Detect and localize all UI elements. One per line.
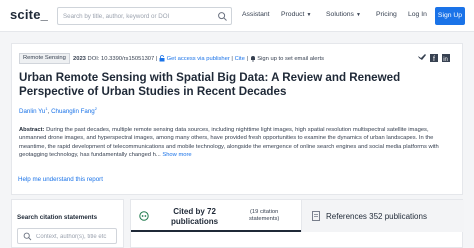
unlock-icon <box>159 55 165 62</box>
paper-card: Remote Sensing 2023 DOI: 10.3390/rs15051… <box>11 43 463 195</box>
separator: | <box>246 56 249 63</box>
cite-link[interactable]: Cite <box>235 56 245 62</box>
statements-line1: (19 citation <box>249 209 279 215</box>
scite-logo[interactable]: scite_ <box>10 7 48 22</box>
paper-meta: 2023 DOI: 10.3390/rs15051307 | Get acces… <box>73 55 324 62</box>
author-link[interactable]: Danlin Yu1 <box>19 106 48 116</box>
facebook-icon[interactable]: f <box>430 54 438 63</box>
citation-search-title: Search citation statements <box>17 214 98 221</box>
signup-button[interactable]: Sign Up <box>435 7 465 25</box>
nav-assistant[interactable]: Assistant <box>242 11 270 18</box>
quote-bubble-icon <box>139 211 149 221</box>
category-tag[interactable]: Remote Sensing <box>19 53 70 64</box>
search-icon <box>23 232 32 241</box>
citation-tabs: Cited by 72 publications (19 citation st… <box>130 199 464 248</box>
abstract-label: Abstract: <box>19 127 45 133</box>
bell-icon <box>250 56 255 62</box>
abstract-text: During the past decades, multiple remote… <box>19 127 439 159</box>
search-icon[interactable] <box>217 11 228 22</box>
nav-pricing[interactable]: Pricing <box>376 11 397 18</box>
document-icon <box>312 211 320 221</box>
author-name: Chuanglin Fang <box>51 108 95 116</box>
paper-year: 2023 <box>73 56 86 63</box>
share-icons: f in <box>418 54 450 63</box>
nav-solutions[interactable]: Solutions ▼ <box>326 11 361 18</box>
nav-solutions-label: Solutions <box>326 11 354 18</box>
access-link[interactable]: Get access via publisher <box>167 56 230 62</box>
svg-text:f: f <box>433 56 435 63</box>
citation-statements-count: (19 citation statements) <box>249 209 279 223</box>
cited-by-count: Cited by 72 publications <box>171 207 218 226</box>
paper-title: Urban Remote Sensing with Spatial Big Da… <box>19 71 401 98</box>
separator: | <box>231 56 233 63</box>
chevron-down-icon: ▼ <box>355 12 361 18</box>
statements-line2: statements) <box>249 216 280 223</box>
show-more-link[interactable]: Show more <box>162 152 191 158</box>
author-affiliation: 2 <box>94 106 97 111</box>
top-navbar: scite_ Assistant Product▼ Solutions▼ Pri… <box>0 0 474 32</box>
separator: | <box>155 56 158 63</box>
linkedin-icon[interactable]: in <box>442 54 450 63</box>
author-name: Danlin Yu <box>19 108 46 116</box>
login-link[interactable]: Log In <box>408 11 427 18</box>
citation-search-input[interactable] <box>36 231 116 242</box>
nav-product[interactable]: Product ▼ <box>281 11 311 18</box>
references-count: References 352 publications <box>326 212 427 221</box>
svg-text:in: in <box>443 57 448 63</box>
abstract: Abstract: During the past decades, multi… <box>19 126 457 160</box>
tab-cited-by[interactable]: Cited by 72 publications (19 citation st… <box>131 200 301 232</box>
search-box[interactable] <box>57 7 232 25</box>
paper-doi: DOI: 10.3390/rs15051307 <box>87 56 155 63</box>
search-input[interactable] <box>63 10 213 23</box>
author-link[interactable]: Chuanglin Fang2 <box>51 106 97 116</box>
cited-by-line1: Cited by 72 <box>173 207 216 216</box>
email-alerts-link[interactable]: Sign up to set email alerts <box>257 56 324 62</box>
citation-search-panel: Search citation statements <box>11 199 124 248</box>
tab-references[interactable]: References 352 publications <box>301 200 464 232</box>
nav-product-label: Product <box>281 11 305 18</box>
chevron-down-icon: ▼ <box>306 12 312 18</box>
author-list: Danlin Yu1, Chuanglin Fang2 <box>19 106 97 115</box>
twitter-icon[interactable] <box>418 54 426 60</box>
cited-by-line2: publications <box>171 216 219 226</box>
help-understand-link[interactable]: Help me understand this report <box>18 176 103 183</box>
citation-search-box[interactable] <box>17 228 117 244</box>
